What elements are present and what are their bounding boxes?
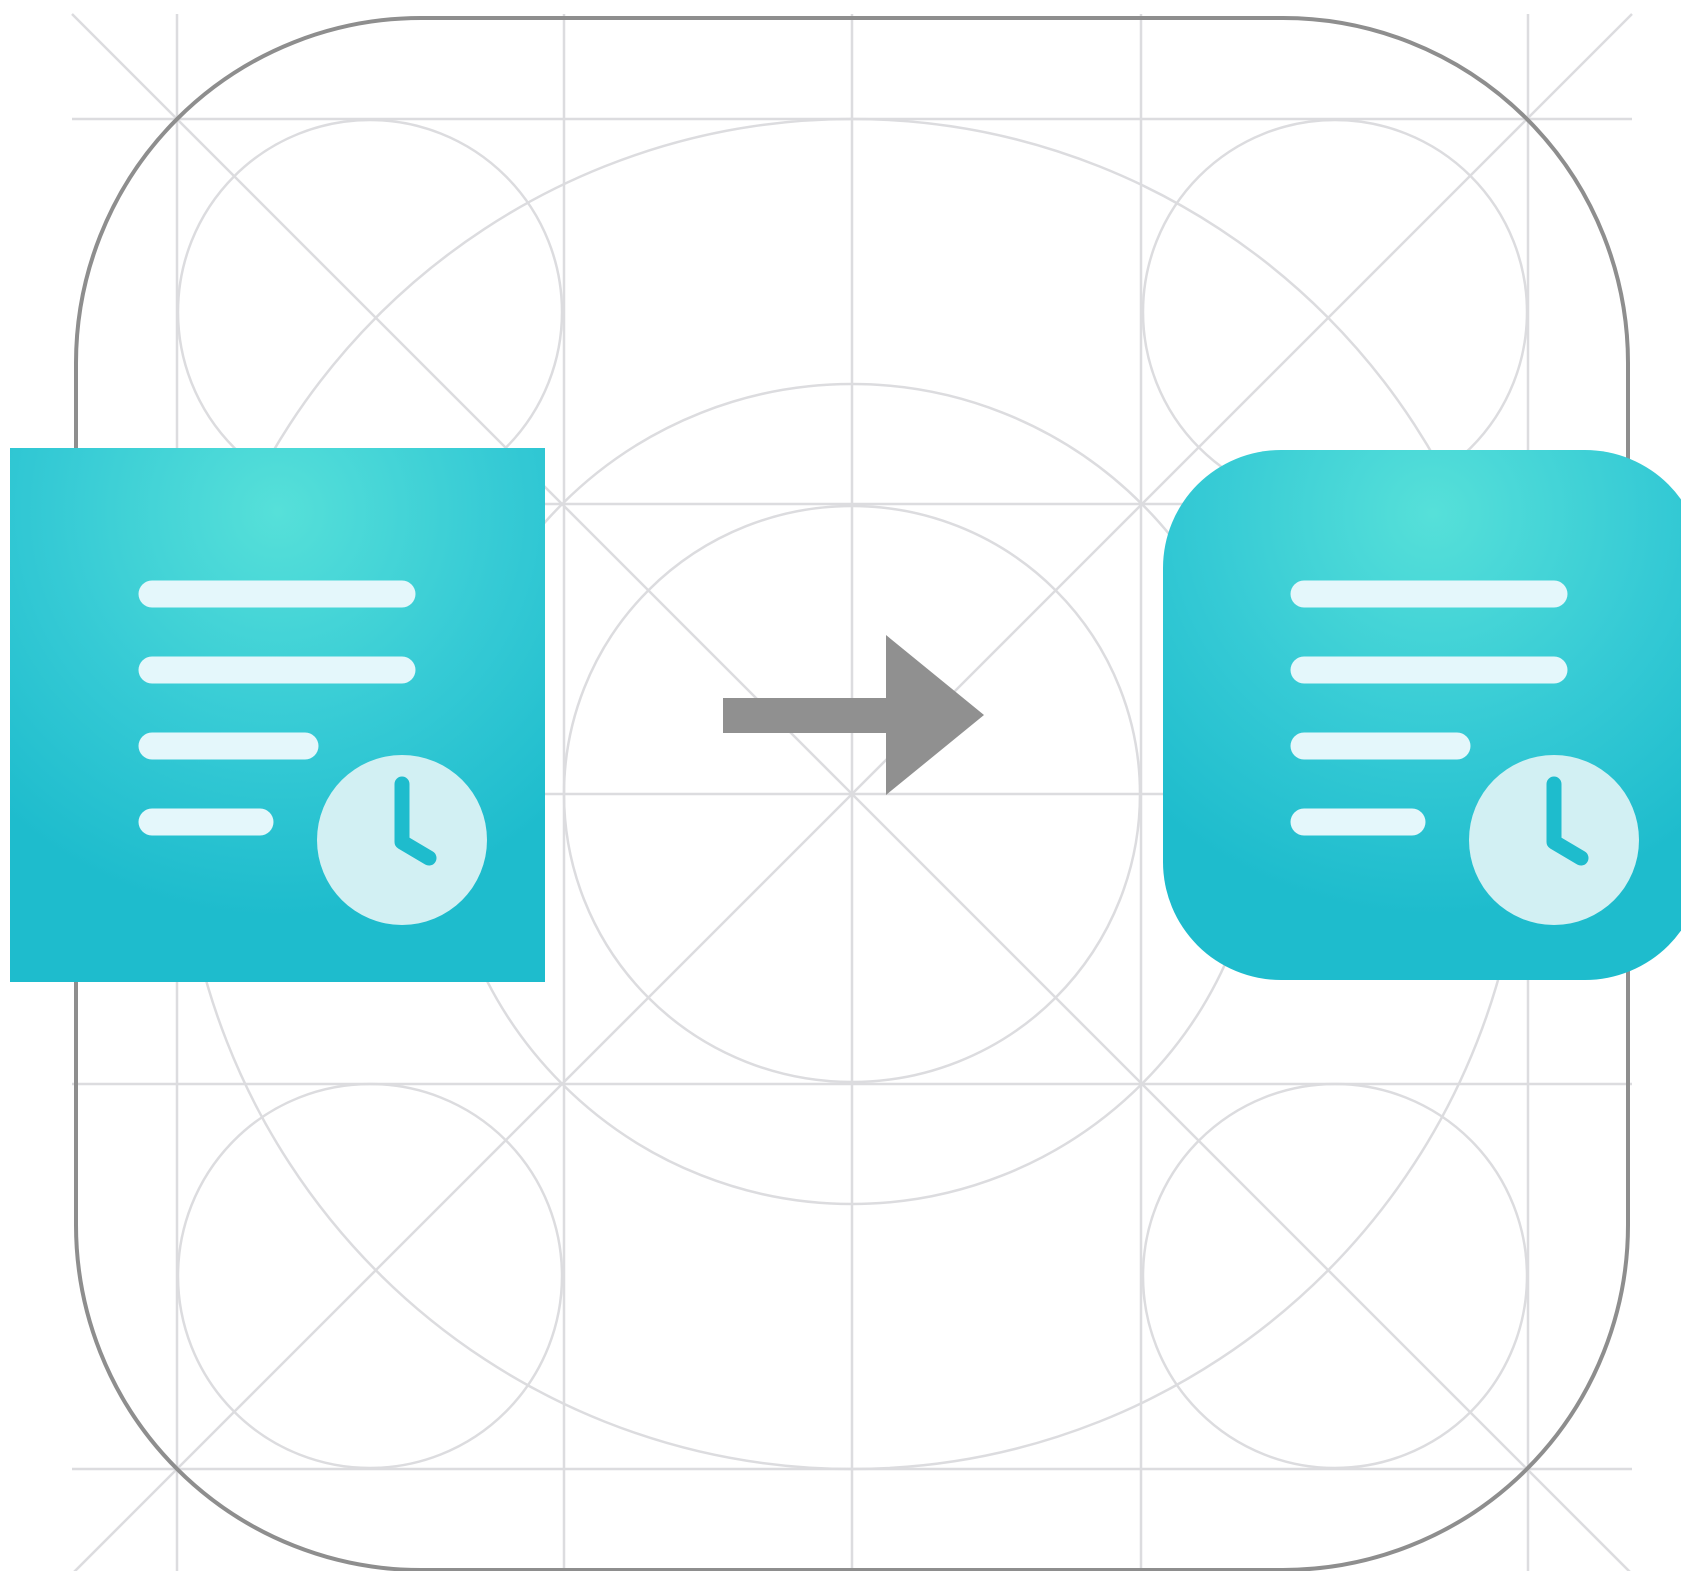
- source-icon: [10, 448, 545, 982]
- clock-icon: [1469, 755, 1639, 925]
- result-icon: [1163, 450, 1681, 980]
- source-icon-background: [10, 448, 545, 982]
- right-arrow-icon: [723, 635, 984, 795]
- clock-icon: [317, 755, 487, 925]
- icon-template-diagram: [10, 13, 1681, 1571]
